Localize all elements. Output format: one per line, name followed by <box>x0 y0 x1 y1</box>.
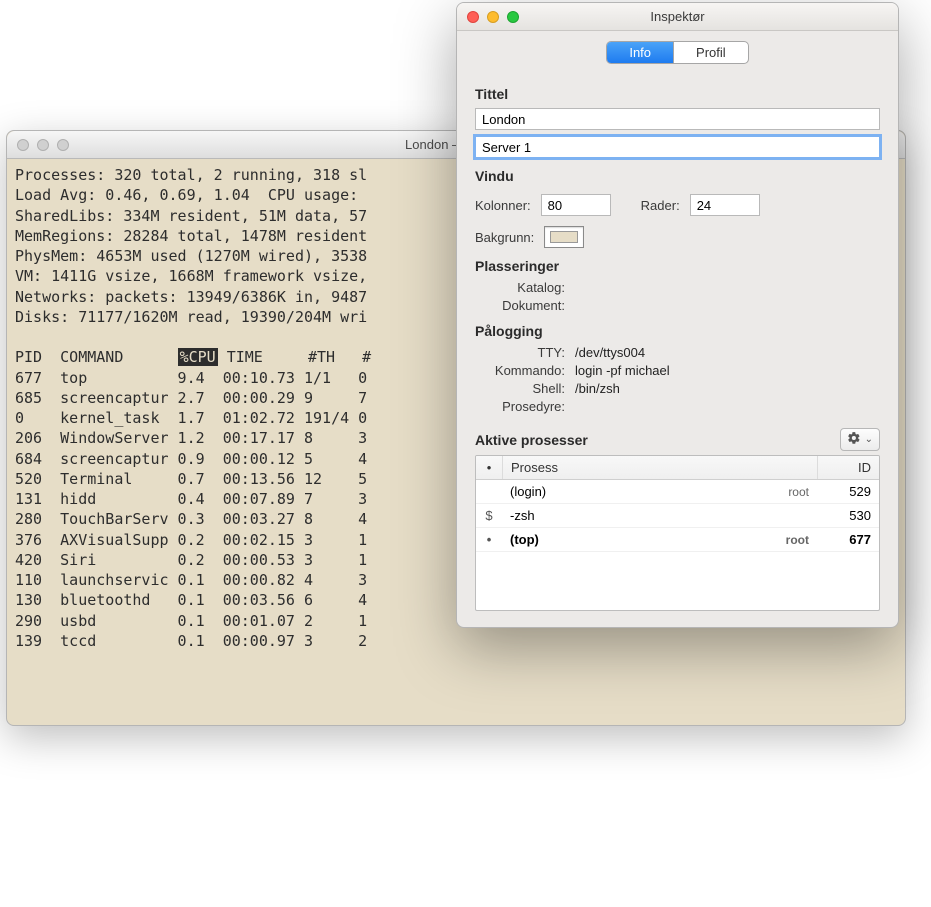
prosedyre-label: Prosedyre: <box>475 399 565 414</box>
traffic-light-zoom[interactable] <box>57 139 69 151</box>
tab-info[interactable]: Info <box>607 42 673 63</box>
inspector-window: Inspektør Info Profil Tittel Vindu Kolon… <box>456 2 899 628</box>
inspector-title: Inspektør <box>457 9 898 24</box>
row-bullet: • <box>476 528 502 551</box>
kommando-value: login -pf michael <box>575 363 670 378</box>
col-process[interactable]: Prosess <box>502 456 817 479</box>
tab-profil[interactable]: Profil <box>673 42 748 63</box>
table-row[interactable]: •(top)root677 <box>476 528 879 552</box>
section-plasseringer: Plasseringer <box>475 258 880 274</box>
tty-label: TTY: <box>475 345 565 360</box>
section-tittel: Tittel <box>475 86 880 102</box>
katalog-label: Katalog: <box>475 280 565 295</box>
table-row[interactable]: (login)root529 <box>476 480 879 504</box>
traffic-light-close[interactable] <box>17 139 29 151</box>
traffic-light-close[interactable] <box>467 11 479 23</box>
traffic-light-minimize[interactable] <box>487 11 499 23</box>
row-id: 529 <box>817 480 879 503</box>
chevron-down-icon: ⌄ <box>865 434 873 445</box>
rader-input[interactable] <box>690 194 760 216</box>
col-id[interactable]: ID <box>817 456 879 479</box>
kommando-label: Kommando: <box>475 363 565 378</box>
row-process: -zsh <box>502 504 747 527</box>
col-bullet[interactable]: • <box>476 456 502 479</box>
inspector-titlebar[interactable]: Inspektør <box>457 3 898 31</box>
row-process: (top) <box>502 528 747 551</box>
section-palogging: Pålogging <box>475 323 880 339</box>
dokument-label: Dokument: <box>475 298 565 313</box>
kolonner-label: Kolonner: <box>475 198 531 213</box>
title-field-tab[interactable] <box>475 108 880 130</box>
row-id: 677 <box>817 528 879 551</box>
bakgrunn-label: Bakgrunn: <box>475 230 534 245</box>
process-table: • Prosess ID (login)root529$-zsh530•(top… <box>475 455 880 611</box>
row-process: (login) <box>502 480 747 503</box>
section-aktive: Aktive prosesser <box>475 432 588 448</box>
traffic-light-minimize[interactable] <box>37 139 49 151</box>
bakgrunn-colorwell[interactable] <box>544 226 584 248</box>
process-table-header: • Prosess ID <box>476 456 879 480</box>
row-id: 530 <box>817 504 879 527</box>
row-bullet: $ <box>476 504 502 527</box>
traffic-light-zoom[interactable] <box>507 11 519 23</box>
process-actions-menu[interactable]: ⌄ <box>840 428 880 451</box>
row-user <box>747 512 817 520</box>
row-user: root <box>747 481 817 503</box>
tty-value: /dev/ttys004 <box>575 345 645 360</box>
shell-label: Shell: <box>475 381 565 396</box>
gear-icon <box>847 431 861 448</box>
table-row[interactable]: $-zsh 530 <box>476 504 879 528</box>
tab-segmented-control: Info Profil <box>457 31 898 70</box>
section-vindu: Vindu <box>475 168 880 184</box>
row-user: root <box>747 529 817 551</box>
rader-label: Rader: <box>641 198 680 213</box>
row-bullet <box>476 488 502 496</box>
kolonner-input[interactable] <box>541 194 611 216</box>
shell-value: /bin/zsh <box>575 381 620 396</box>
title-field-window[interactable] <box>475 136 880 158</box>
